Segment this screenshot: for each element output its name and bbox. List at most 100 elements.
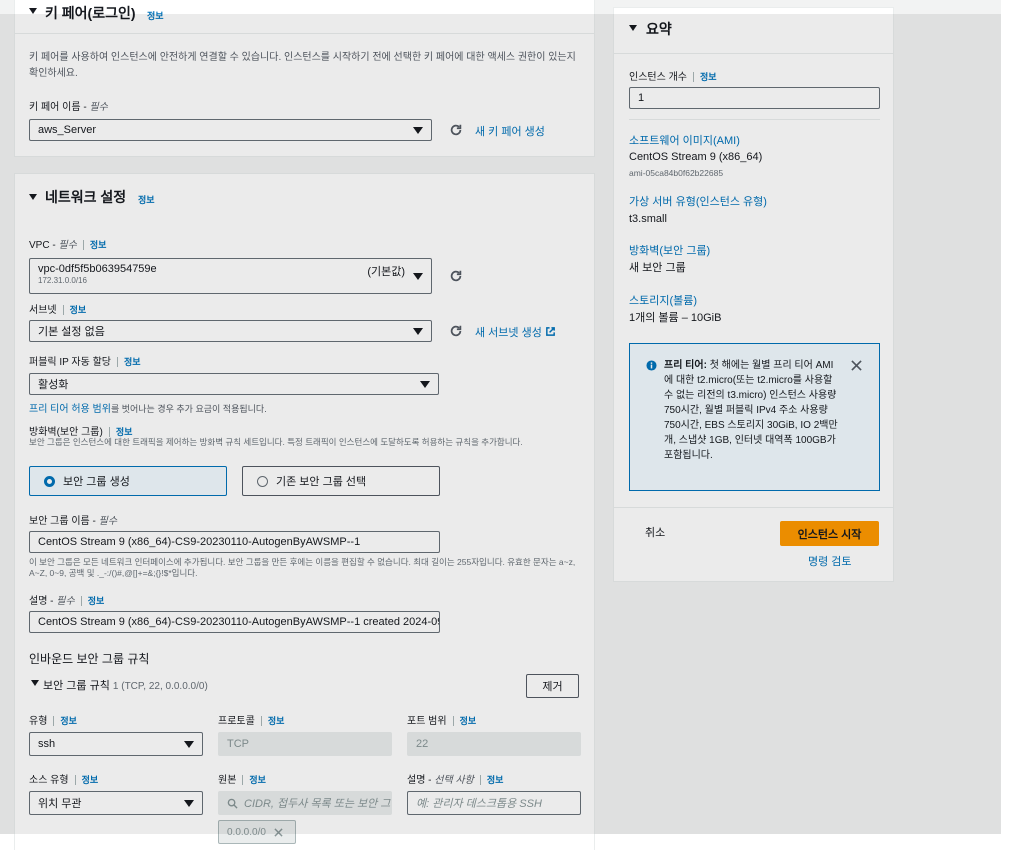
rule-desc-info-link[interactable]: 정보 <box>487 775 504 785</box>
keypair-title: 키 페어(로그인) <box>45 5 136 21</box>
instance-count-info-link[interactable]: 정보 <box>700 72 717 82</box>
inbound-rules-title: 인바운드 보안 그룹 규칙 <box>29 652 150 666</box>
network-title: 네트워크 설정 <box>45 189 127 205</box>
rule-desc-input[interactable]: 예: 관리자 데스크톱용 SSH <box>407 791 581 815</box>
collapse-caret-icon[interactable] <box>629 25 637 31</box>
refresh-icon[interactable] <box>449 269 463 283</box>
source-type-label: 소스 유형 정보 <box>29 775 99 786</box>
subnet-select[interactable]: 기본 설정 없음 <box>29 320 432 342</box>
vpc-label: VPC - 필수 정보 <box>29 240 107 251</box>
cancel-button[interactable]: 취소 <box>645 525 665 541</box>
public-ip-select-value: 활성화 <box>38 379 69 391</box>
radio-existing-security-group[interactable]: 기존 보안 그룹 선택 <box>242 466 440 496</box>
protocol-label: 프로토콜 정보 <box>218 716 285 727</box>
create-subnet-link[interactable]: 새 서브넷 생성 <box>475 324 556 340</box>
create-keypair-link[interactable]: 새 키 페어 생성 <box>475 123 545 139</box>
subnet-info-link[interactable]: 정보 <box>70 305 87 315</box>
chevron-down-icon <box>413 328 423 335</box>
source-type-select[interactable]: 위치 무관 <box>29 791 203 815</box>
vpc-info-link[interactable]: 정보 <box>90 240 107 250</box>
free-tier-alert: 프리 티어: 첫 해에는 월별 프리 티어 AMI에 대한 t2.micro(또… <box>629 343 880 491</box>
sg-name-help: 이 보안 그룹은 모든 네트워크 인터페이스에 추가됩니다. 보안 그룹을 만든… <box>29 557 576 578</box>
sg-name-label: 보안 그룹 이름 - 필수 <box>29 516 118 527</box>
port-range-input: 22 <box>407 732 581 756</box>
collapse-caret-icon[interactable] <box>29 194 37 200</box>
port-range-label: 포트 범위 정보 <box>407 716 477 727</box>
type-select-value: ssh <box>38 738 56 750</box>
vpc-cidr: 172.31.0.0/16 <box>38 276 87 285</box>
chevron-down-icon <box>184 800 194 807</box>
refresh-icon[interactable] <box>449 324 463 338</box>
expand-caret-icon[interactable] <box>31 680 39 686</box>
launch-instance-button[interactable]: 인스턴스 시작 <box>780 521 879 546</box>
radio-create-label: 보안 그룹 생성 <box>63 476 130 488</box>
public-ip-select[interactable]: 활성화 <box>29 373 439 395</box>
chevron-down-icon <box>413 127 423 134</box>
source-label: 원본 정보 <box>218 775 266 786</box>
chevron-down-icon <box>413 273 423 280</box>
rule-header: 보안 그룹 규칙 1 (TCP, 22, 0.0.0.0/0) <box>43 680 208 692</box>
vpc-default-tag: (기본값) <box>367 266 405 278</box>
summary-title: 요약 <box>646 21 672 37</box>
chevron-down-icon <box>420 381 430 388</box>
free-tier-bold: 프리 티어: <box>664 360 707 371</box>
instance-count-input[interactable]: 1 <box>629 87 880 109</box>
rule-desc-placeholder: 예: 관리자 데스크톱용 SSH <box>416 798 542 810</box>
vpc-select-value: vpc-0df5f5b063954759e <box>38 263 157 275</box>
source-type-value: 위치 무관 <box>38 798 82 810</box>
source-info-link[interactable]: 정보 <box>249 775 266 785</box>
keypair-description: 키 페어를 사용하여 인스턴스에 안전하게 연결할 수 있습니다. 인스턴스를 … <box>29 52 576 79</box>
sg-desc-info-link[interactable]: 정보 <box>88 596 105 606</box>
firewall-description: 보안 그룹은 인스턴스에 대한 트래픽을 제어하는 방화벽 규칙 세트입니다. … <box>29 437 523 447</box>
firewall-link[interactable]: 방화벽(보안 그룹) <box>629 242 710 258</box>
port-range-info-link[interactable]: 정보 <box>460 716 477 726</box>
protocol-input: TCP <box>218 732 392 756</box>
network-info-link[interactable]: 정보 <box>138 193 155 206</box>
radio-existing-label: 기존 보안 그룹 선택 <box>276 476 367 488</box>
chevron-down-icon <box>184 741 194 748</box>
ami-id: ami-05ca84b0f62b22685 <box>629 168 724 178</box>
sg-name-value: CentOS Stream 9 (x86_64)-CS9-20230110-Au… <box>38 536 361 548</box>
review-commands-link[interactable]: 명령 검토 <box>808 553 852 569</box>
cidr-token-value: 0.0.0.0/0 <box>227 826 266 838</box>
type-info-link[interactable]: 정보 <box>60 716 77 726</box>
subnet-select-value: 기본 설정 없음 <box>38 326 105 338</box>
free-tier-link[interactable]: 프리 티어 허용 범위 <box>29 404 111 415</box>
storage-link[interactable]: 스토리지(볼륨) <box>629 292 697 308</box>
external-link-icon <box>546 327 555 336</box>
public-ip-info-link[interactable]: 정보 <box>124 357 141 367</box>
collapse-caret-icon[interactable] <box>29 8 37 14</box>
keypair-panel: 키 페어(로그인) 정보 키 페어를 사용하여 인스턴스에 안전하게 연결할 수… <box>14 0 595 157</box>
keypair-select[interactable]: aws_Server <box>29 119 432 141</box>
source-input[interactable]: CIDR, 접두사 목록 또는 보안 그 <box>218 791 392 815</box>
protocol-info-link[interactable]: 정보 <box>268 716 285 726</box>
firewall-info-link[interactable]: 정보 <box>116 427 133 437</box>
vpc-select[interactable]: vpc-0df5f5b063954759e 172.31.0.0/16 (기본값… <box>29 258 432 294</box>
sg-name-input[interactable]: CentOS Stream 9 (x86_64)-CS9-20230110-Au… <box>29 531 440 553</box>
instance-type-link[interactable]: 가상 서버 유형(인스턴스 유형) <box>629 193 767 209</box>
public-ip-label: 퍼블릭 IP 자동 할당 정보 <box>29 357 141 368</box>
remove-rule-button[interactable]: 제거 <box>526 674 579 698</box>
radio-create-security-group[interactable]: 보안 그룹 생성 <box>29 466 227 496</box>
radio-selected-icon <box>44 475 55 487</box>
instance-count-value: 1 <box>638 92 645 104</box>
instance-type-value: t3.small <box>629 213 667 225</box>
keypair-info-link[interactable]: 정보 <box>147 9 164 22</box>
refresh-icon[interactable] <box>449 123 463 137</box>
close-icon[interactable] <box>274 827 283 837</box>
firewall-label: 방화벽(보안 그룹) 정보 <box>29 427 133 438</box>
storage-value: 1개의 볼륨 – 10GiB <box>629 312 722 324</box>
keypair-name-label: 키 페어 이름 - 필수 <box>29 102 108 113</box>
source-type-info-link[interactable]: 정보 <box>82 775 99 785</box>
keypair-select-value: aws_Server <box>38 124 97 136</box>
summary-panel: 요약 인스턴스 개수 정보 1 소프트웨어 이미지(AMI) CentOS Str… <box>613 7 894 582</box>
info-icon <box>646 360 657 371</box>
firewall-value: 새 보안 그룹 <box>629 262 686 274</box>
subnet-label: 서브넷 정보 <box>29 305 87 316</box>
close-icon[interactable] <box>851 360 862 371</box>
port-range-value: 22 <box>416 738 429 750</box>
ami-link[interactable]: 소프트웨어 이미지(AMI) <box>629 132 740 148</box>
radio-unselected-icon <box>257 475 268 487</box>
type-select[interactable]: ssh <box>29 732 203 756</box>
sg-desc-input[interactable]: CentOS Stream 9 (x86_64)-CS9-20230110-Au… <box>29 611 440 633</box>
